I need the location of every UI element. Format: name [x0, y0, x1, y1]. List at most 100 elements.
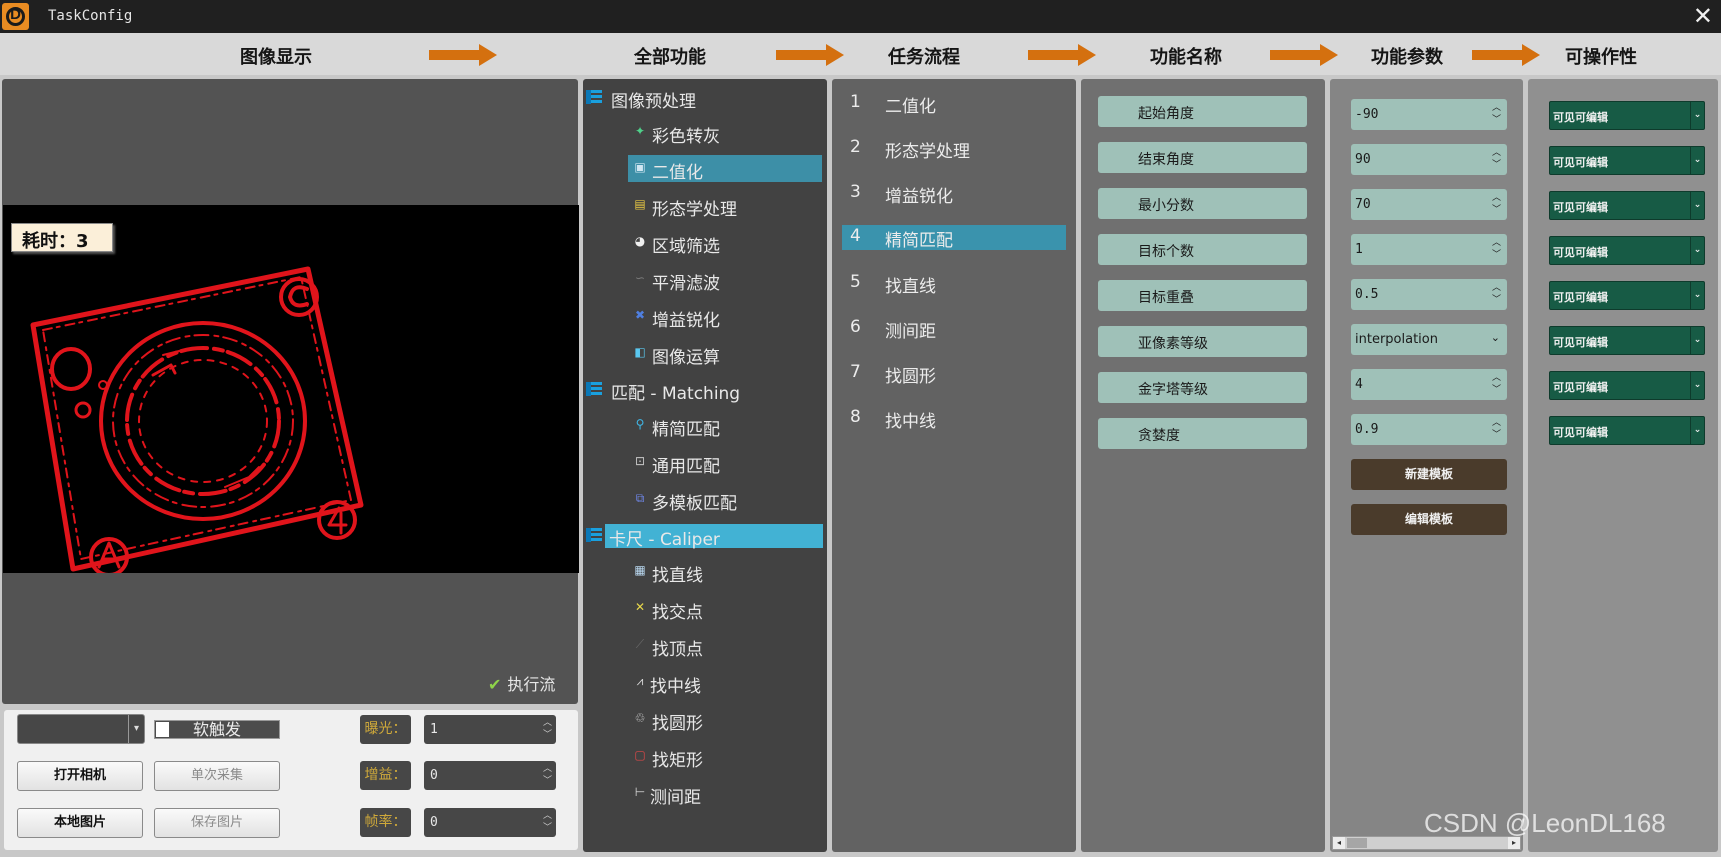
spin-arrows-icon[interactable]: ︿ ﹀ — [1492, 147, 1501, 171]
image-canvas[interactable]: 耗时：3 — [3, 205, 579, 573]
operability-select[interactable]: 可见可编辑 ⌄ — [1549, 146, 1705, 175]
header-task-flow: 任务流程 — [888, 47, 960, 68]
spin-arrows-icon[interactable]: ︿ ﹀ — [1492, 372, 1501, 396]
gain-spinbox[interactable]: 0 ︿ ﹀ — [424, 761, 556, 790]
gain-value: 0 — [430, 768, 438, 783]
tree-item-general-match[interactable]: ⊡ 通用匹配 — [628, 449, 822, 477]
chevron-down-icon[interactable]: ⌄ — [1491, 331, 1500, 344]
flow-item[interactable]: 8 找中线 — [842, 406, 1066, 432]
tree-item-morphology[interactable]: ▤ 形态学处理 — [628, 192, 822, 220]
tree-item-smooth-filter[interactable]: ∽ 平滑滤波 — [628, 266, 822, 294]
tree-item-multi-template[interactable]: ⧉ 多模板匹配 — [628, 486, 822, 514]
param-select[interactable]: interpolation ⌄ — [1351, 324, 1507, 355]
spin-arrows-icon[interactable]: ︿ ﹀ — [1492, 417, 1501, 441]
open-camera-button[interactable]: 打开相机 — [17, 761, 143, 791]
tree-category-caliper[interactable]: 卡尺 - Caliper — [586, 524, 823, 550]
tree-item-find-intersection[interactable]: ✕ 找交点 — [628, 595, 822, 623]
framerate-spinbox[interactable]: 0 ︿ ﹀ — [424, 808, 556, 837]
operability-select[interactable]: 可见可编辑 ⌄ — [1549, 101, 1705, 130]
spin-arrows-icon[interactable]: ︿ ﹀ — [1492, 282, 1501, 306]
param-spinbox[interactable]: 0.9 ︿ ﹀ — [1351, 414, 1507, 445]
local-image-button[interactable]: 本地图片 — [17, 808, 143, 838]
tree-item-find-circle[interactable]: ♲ 找圆形 — [628, 706, 822, 734]
operability-select[interactable]: 可见可编辑 ⌄ — [1549, 281, 1705, 310]
flow-item[interactable]: 5 找直线 — [842, 271, 1066, 297]
exec-flow-checkbox[interactable]: ✔ 执行流 — [488, 671, 555, 695]
flow-item-selected[interactable]: 4 精简匹配 — [842, 225, 1066, 251]
operability-select[interactable]: 可见可编辑 ⌄ — [1549, 236, 1705, 265]
header-row: 图像显示 全部功能 任务流程 功能名称 功能参数 可操作性 — [0, 33, 1721, 75]
measure-distance-icon: ⊢ — [634, 785, 646, 799]
chevron-down-icon[interactable]: ⌄ — [1690, 237, 1704, 264]
tree-item-region-filter[interactable]: ◕ 区域筛选 — [628, 229, 822, 257]
chevron-down-icon[interactable]: ⌄ — [1690, 417, 1704, 444]
region-filter-icon: ◕ — [634, 234, 646, 248]
check-icon: ✔ — [488, 675, 502, 694]
find-vertex-icon: ⟋ — [635, 637, 645, 651]
param-spinbox[interactable]: 0.5 ︿ ﹀ — [1351, 279, 1507, 310]
chevron-down-icon[interactable]: ⌄ — [1690, 147, 1704, 174]
header-image-display: 图像显示 — [240, 47, 312, 68]
tree-item-find-midline[interactable]: ⩘ 找中线 — [628, 669, 822, 697]
spin-arrows-icon[interactable]: ︿ ﹀ — [1492, 237, 1501, 261]
chevron-down-icon[interactable]: ▾ — [128, 715, 144, 743]
framerate-label: 帧率： — [360, 808, 411, 837]
flow-item[interactable]: 1 二值化 — [842, 91, 1066, 117]
flow-item[interactable]: 6 测间距 — [842, 316, 1066, 342]
soft-trigger-label: 软触发 — [192, 720, 241, 739]
time-cost-badge: 耗时：3 — [11, 223, 113, 252]
tree-item-image-arithmetic[interactable]: ◧ 图像运算 — [628, 340, 822, 368]
tree-category-matching[interactable]: 匹配 - Matching — [583, 378, 827, 404]
tree-item-find-vertex[interactable]: ⟋ 找顶点 — [628, 632, 822, 660]
chevron-down-icon[interactable]: ⌄ — [1690, 372, 1704, 399]
chevron-down-icon[interactable]: ⌄ — [1690, 327, 1704, 354]
tree-item-sharpen[interactable]: ✖ 增益锐化 — [628, 303, 822, 331]
param-spinbox[interactable]: 90 ︿ ﹀ — [1351, 144, 1507, 175]
flow-item[interactable]: 7 找圆形 — [842, 361, 1066, 387]
spin-arrows-icon[interactable]: ︿ ﹀ — [543, 810, 552, 834]
chevron-down-icon[interactable]: ⌄ — [1690, 102, 1704, 129]
chevron-down-icon[interactable]: ⌄ — [1690, 192, 1704, 219]
param-spinbox[interactable]: 4 ︿ ﹀ — [1351, 369, 1507, 400]
param-spinbox[interactable]: 70 ︿ ﹀ — [1351, 189, 1507, 220]
exec-flow-label: 执行流 — [507, 675, 556, 694]
flow-item[interactable]: 2 形态学处理 — [842, 136, 1066, 162]
save-image-button[interactable]: 保存图片 — [154, 808, 280, 838]
operability-select[interactable]: 可见可编辑 ⌄ — [1549, 326, 1705, 355]
soft-trigger-toggle[interactable]: 软触发 — [154, 720, 280, 739]
param-spinbox[interactable]: 1 ︿ ﹀ — [1351, 234, 1507, 265]
exposure-value: 1 — [430, 722, 438, 737]
tree-item-measure-distance[interactable]: ⊢ 测间距 — [628, 780, 822, 808]
scroll-thumb[interactable] — [1347, 838, 1367, 848]
single-capture-button[interactable]: 单次采集 — [154, 761, 280, 791]
tree-item-find-line[interactable]: ▦ 找直线 — [628, 558, 822, 586]
spin-arrows-icon[interactable]: ︿ ﹀ — [1492, 102, 1501, 126]
camera-select[interactable]: ▾ — [17, 714, 145, 744]
param-name-label: 金字塔等级 — [1098, 372, 1307, 403]
param-name-label: 起始角度 — [1098, 96, 1307, 127]
tree-item-find-rectangle[interactable]: ▢ 找矩形 — [628, 743, 822, 771]
scroll-left-icon[interactable]: ◂ — [1333, 837, 1345, 849]
arrow-right-icon — [429, 44, 499, 66]
tree-item-simple-match[interactable]: ⚲ 精简匹配 — [628, 412, 822, 440]
new-template-button[interactable]: 新建模板 — [1351, 459, 1507, 490]
tree-item-color-to-gray[interactable]: ✦ 彩色转灰 — [628, 119, 822, 147]
flow-item[interactable]: 3 增益锐化 — [842, 181, 1066, 207]
category-grid-icon — [586, 528, 602, 542]
spin-arrows-icon[interactable]: ︿ ﹀ — [1492, 192, 1501, 216]
spin-arrows-icon[interactable]: ︿ ﹀ — [543, 717, 552, 741]
tree-item-binarize[interactable]: ▣ 二值化 — [628, 155, 822, 183]
exposure-spinbox[interactable]: 1 ︿ ﹀ — [424, 715, 556, 744]
binarized-part-image — [30, 266, 364, 573]
close-icon[interactable]: ✕ — [1693, 2, 1713, 30]
spin-arrows-icon[interactable]: ︿ ﹀ — [543, 763, 552, 787]
image-display-panel: 耗时：3 ✔ 执行流 — [2, 79, 579, 704]
tree-category-preprocess[interactable]: 图像预处理 — [583, 86, 827, 112]
operability-select[interactable]: 可见可编辑 ⌄ — [1549, 371, 1705, 400]
operability-select[interactable]: 可见可编辑 ⌄ — [1549, 416, 1705, 445]
chevron-down-icon[interactable]: ⌄ — [1690, 282, 1704, 309]
edit-template-button[interactable]: 编辑模板 — [1351, 504, 1507, 535]
operability-select[interactable]: 可见可编辑 ⌄ — [1549, 191, 1705, 220]
param-spinbox[interactable]: -90 ︿ ﹀ — [1351, 99, 1507, 130]
find-intersection-icon: ✕ — [634, 600, 646, 614]
